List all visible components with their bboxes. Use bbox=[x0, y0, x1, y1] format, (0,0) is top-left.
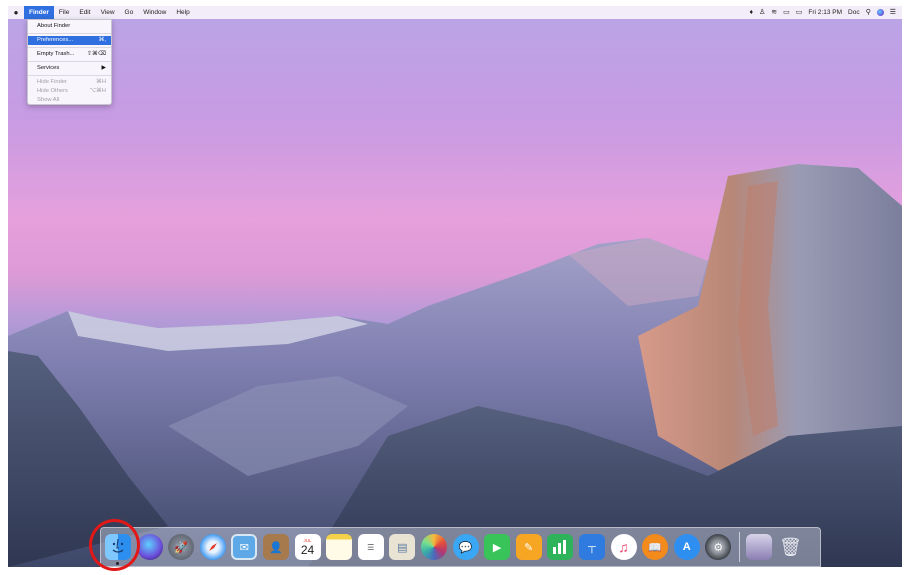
menu-item-shortcut: ⌘, bbox=[98, 37, 106, 43]
shield-icon[interactable]: ♦ bbox=[749, 6, 753, 19]
menu-view[interactable]: View bbox=[96, 6, 120, 19]
menu-edit[interactable]: Edit bbox=[74, 6, 95, 19]
menu-separator bbox=[28, 33, 111, 34]
mail-icon[interactable]: ✉ bbox=[231, 534, 258, 560]
siri-icon[interactable] bbox=[876, 9, 884, 16]
dock-separator bbox=[738, 532, 740, 562]
facetime-icon[interactable]: ▶ bbox=[484, 534, 511, 560]
running-indicator bbox=[116, 562, 119, 565]
wallpaper-mountains bbox=[8, 164, 902, 567]
trash-icon[interactable]: 🗑 bbox=[777, 534, 803, 560]
menu-item-preferences[interactable]: Preferences... ⌘, bbox=[28, 36, 111, 45]
clock[interactable]: Fri 2:13 PM bbox=[808, 6, 842, 19]
downloads-stack-icon[interactable] bbox=[745, 534, 772, 560]
preview-icon[interactable]: ▤ bbox=[389, 534, 416, 560]
menu-file[interactable]: File bbox=[54, 6, 74, 19]
battery-icon[interactable]: ▭ bbox=[796, 6, 803, 19]
pages-icon[interactable]: ✎ bbox=[515, 534, 542, 560]
messages-icon[interactable]: 💬 bbox=[452, 534, 479, 560]
launchpad-icon[interactable]: 🚀 bbox=[168, 534, 195, 560]
menu-item-show-all: Show All bbox=[28, 96, 111, 105]
calendar-day: 24 bbox=[300, 542, 315, 557]
wifi-icon[interactable]: ≋ bbox=[771, 6, 777, 19]
menu-item-label: Empty Trash... bbox=[37, 51, 75, 57]
accessibility-icon[interactable]: ♙ bbox=[759, 6, 765, 19]
menu-item-label: Services bbox=[37, 65, 60, 71]
menu-separator bbox=[28, 61, 111, 62]
reminders-icon[interactable]: ☰ bbox=[357, 534, 384, 560]
menu-help[interactable]: Help bbox=[171, 6, 194, 19]
menu-item-empty-trash[interactable]: Empty Trash... ⇧⌘⌫ bbox=[28, 50, 111, 59]
menu-item-shortcut: ⌘H bbox=[96, 79, 106, 85]
menu-item-label: Show All bbox=[37, 97, 60, 103]
submenu-arrow-icon: ▶ bbox=[101, 65, 106, 71]
notification-center-icon[interactable]: ☰ bbox=[890, 6, 896, 19]
spotlight-search-icon[interactable]: ⚲ bbox=[866, 6, 871, 19]
menu-finder[interactable]: Finder bbox=[24, 6, 54, 19]
app-store-icon[interactable]: A bbox=[673, 534, 700, 560]
menu-item-shortcut: ⌥⌘H bbox=[89, 88, 106, 94]
itunes-icon[interactable]: ♫ bbox=[610, 534, 637, 560]
apple-menu-icon[interactable]: ● bbox=[8, 8, 24, 17]
menu-separator bbox=[28, 75, 111, 76]
finder-dropdown-menu: About Finder Preferences... ⌘, Empty Tra… bbox=[27, 19, 112, 105]
dock: 🚀 ✉ 👤 JUL 24 ☰ ▤ 💬 ▶ ✎ ┬ ♫ 📖 A ⚙ 🗑 bbox=[100, 527, 821, 567]
menu-window[interactable]: Window bbox=[138, 6, 171, 19]
notes-icon[interactable] bbox=[326, 534, 353, 560]
menu-item-hide-others: Hide Others ⌥⌘H bbox=[28, 87, 111, 96]
bar-chart-icon bbox=[553, 540, 567, 554]
photos-icon[interactable] bbox=[420, 534, 447, 560]
siri-icon[interactable] bbox=[136, 534, 163, 560]
calendar-icon[interactable]: JUL 24 bbox=[294, 534, 321, 560]
system-preferences-icon[interactable]: ⚙ bbox=[705, 534, 732, 560]
finder-icon[interactable] bbox=[105, 534, 131, 565]
menu-item-shortcut: ⇧⌘⌫ bbox=[87, 51, 106, 57]
ibooks-icon[interactable]: 📖 bbox=[642, 534, 669, 560]
menu-item-label: About Finder bbox=[37, 23, 71, 29]
compass-needle-icon bbox=[208, 543, 217, 551]
keynote-icon[interactable]: ┬ bbox=[578, 534, 605, 560]
menu-item-label: Hide Finder bbox=[37, 79, 67, 85]
menu-item-label: Preferences... bbox=[37, 37, 74, 43]
finder-face-icon bbox=[112, 538, 124, 553]
menu-item-label: Hide Others bbox=[37, 88, 68, 94]
contacts-icon[interactable]: 👤 bbox=[262, 534, 289, 560]
desktop[interactable]: ● Finder File Edit View Go Window Help ♦… bbox=[8, 6, 902, 567]
menu-go[interactable]: Go bbox=[120, 6, 139, 19]
user-name[interactable]: Doc bbox=[848, 6, 860, 19]
menu-item-hide-finder: Hide Finder ⌘H bbox=[28, 78, 111, 87]
menu-separator bbox=[28, 47, 111, 48]
numbers-icon[interactable] bbox=[547, 534, 574, 560]
menu-bar: ● Finder File Edit View Go Window Help ♦… bbox=[8, 6, 902, 19]
menu-item-services[interactable]: Services ▶ bbox=[28, 64, 111, 73]
menu-item-about-finder[interactable]: About Finder bbox=[28, 22, 111, 31]
airplay-icon[interactable]: ▭ bbox=[783, 6, 790, 19]
safari-icon[interactable] bbox=[199, 534, 226, 560]
